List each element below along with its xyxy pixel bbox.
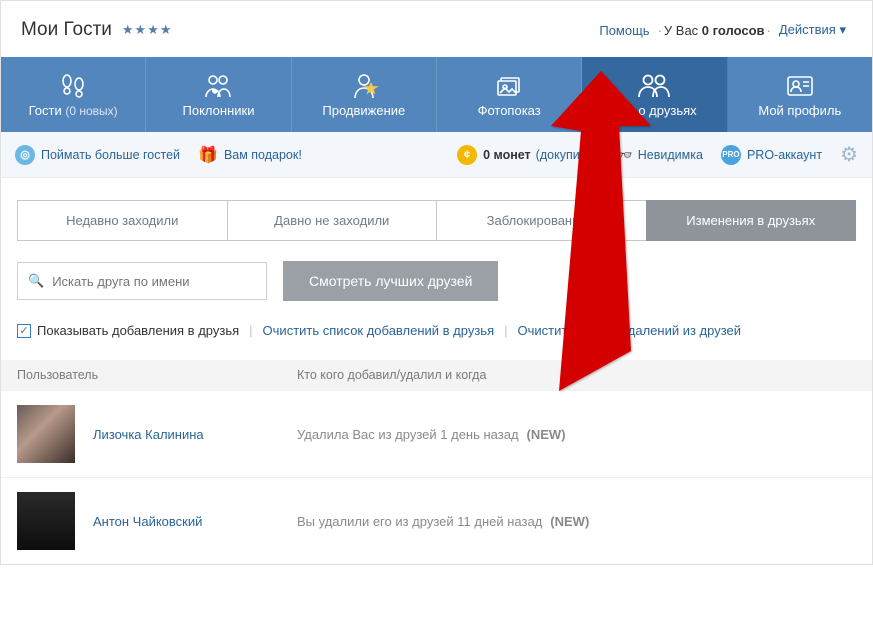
status-text: Удалила Вас из друзей 1 день назад <box>297 427 519 442</box>
gift-link[interactable]: 🎁 Вам подарок! <box>198 145 302 165</box>
profile-card-icon <box>728 69 872 103</box>
filter-tab-2[interactable]: Заблокированные <box>436 200 647 241</box>
target-icon: ◎ <box>15 145 35 165</box>
clear-additions-link[interactable]: Очистить список добавлений в друзья <box>263 323 495 338</box>
nav-tab-всё-о-друзьях[interactable]: Всё о друзьях <box>582 57 727 132</box>
show-additions-label: Показывать добавления в друзья <box>37 323 239 338</box>
search-friend-box[interactable]: 🔍 <box>17 262 267 300</box>
clear-deletions-link[interactable]: Очистить список удалений из друзей <box>518 323 742 338</box>
new-badge: (NEW) <box>550 514 589 529</box>
show-additions-checkbox[interactable]: ✓ <box>17 324 31 338</box>
best-friends-button[interactable]: Смотреть лучших друзей <box>283 261 498 301</box>
nav-tab-гости[interactable]: Гости (0 новых) <box>1 57 146 132</box>
user-name-link[interactable]: Лизочка Калинина <box>93 427 204 442</box>
nav-tab-фотопоказ[interactable]: Фотопоказ <box>437 57 582 132</box>
friends-group-icon <box>582 69 726 103</box>
status-text: Вы удалили его из друзей 11 дней назад <box>297 514 542 529</box>
app-title: Мои Гости <box>21 19 112 41</box>
nav-tab-мой-профиль[interactable]: Мой профиль <box>728 57 872 132</box>
gear-icon[interactable]: ⚙ <box>840 142 858 167</box>
votes-text: У Вас 0 голосов <box>664 23 765 38</box>
col-header-who: Кто кого добавил/удалил и когда <box>297 368 486 382</box>
user-name-link[interactable]: Антон Чайковский <box>93 514 202 529</box>
filter-tab-0[interactable]: Недавно заходили <box>17 200 228 241</box>
actions-link[interactable]: Действия ▾ <box>779 22 846 38</box>
rating-stars[interactable]: ★★★★ <box>122 22 173 38</box>
search-input[interactable] <box>52 274 256 289</box>
pro-link[interactable]: PRO PRO-аккаунт <box>721 145 822 165</box>
chevron-down-icon: ▾ <box>839 22 846 37</box>
footprints-icon <box>1 69 145 103</box>
coin-icon: ¢ <box>457 145 477 165</box>
nav-tab-продвижение[interactable]: Продвижение <box>292 57 437 132</box>
filter-tab-1[interactable]: Давно не заходили <box>227 200 438 241</box>
col-header-user: Пользователь <box>17 368 297 382</box>
gift-icon: 🎁 <box>198 145 218 165</box>
pro-icon: PRO <box>721 145 741 165</box>
avatar[interactable] <box>17 492 75 550</box>
heart-people-icon <box>146 69 290 103</box>
coins-info[interactable]: ¢ 0 монет (докупить) <box>457 145 596 165</box>
table-row: Лизочка Калинина Удалила Вас из друзей 1 … <box>1 390 872 477</box>
catch-guests-link[interactable]: ◎ Поймать больше гостей <box>15 145 180 165</box>
avatar[interactable] <box>17 405 75 463</box>
invisible-link[interactable]: 👓 Невидимка <box>614 146 703 164</box>
nav-tab-поклонники[interactable]: Поклонники <box>146 57 291 132</box>
filter-tab-3[interactable]: Изменения в друзьях <box>646 200 857 241</box>
table-row: Антон Чайковский Вы удалили его из друзей… <box>1 477 872 564</box>
photo-stack-icon <box>437 69 581 103</box>
mask-icon: 👓 <box>614 146 633 164</box>
separator: · <box>767 23 771 38</box>
separator: · <box>658 23 662 38</box>
new-badge: (NEW) <box>527 427 566 442</box>
search-icon: 🔍 <box>28 273 44 289</box>
help-link[interactable]: Помощь <box>599 23 649 38</box>
promote-star-icon <box>292 69 436 103</box>
